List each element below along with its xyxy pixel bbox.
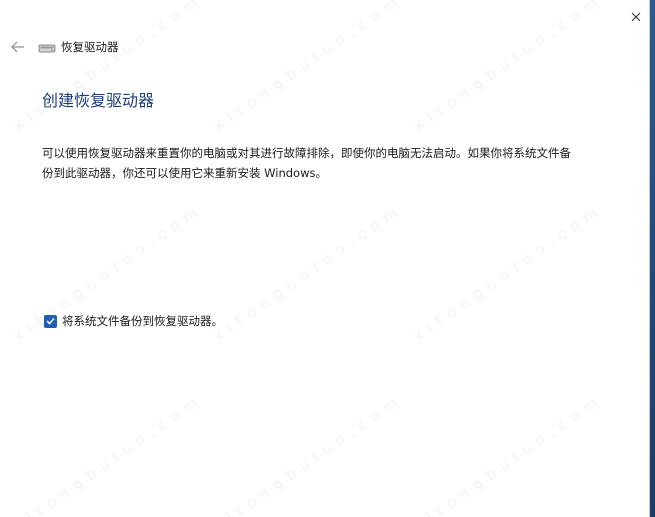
close-icon bbox=[631, 12, 641, 22]
back-arrow-icon bbox=[11, 41, 24, 53]
watermark-layer: x i t o n g b u l u o . c o m x i t o n … bbox=[10, 0, 602, 517]
page-title: 创建恢复驱动器 bbox=[42, 91, 155, 110]
back-button[interactable] bbox=[8, 37, 28, 57]
backup-system-files-checkbox[interactable] bbox=[44, 314, 57, 328]
backup-system-files-option[interactable]: 将系统文件备份到恢复驱动器。 bbox=[44, 313, 223, 329]
close-button[interactable] bbox=[624, 6, 648, 28]
backup-system-files-label: 将系统文件备份到恢复驱动器。 bbox=[62, 314, 223, 328]
description-text: 可以使用恢复驱动器来重置你的电脑或对其进行故障排除，即使你的电脑无法启动。如果你… bbox=[42, 146, 571, 180]
checkmark-icon bbox=[46, 317, 55, 325]
window-title: 恢复驱动器 bbox=[61, 40, 119, 54]
recovery-drive-window: 恢复驱动器 创建恢复驱动器 可以使用恢复驱动器来重置你的电脑或对其进行故障排除，… bbox=[0, 0, 650, 517]
desktop-edge-right bbox=[650, 0, 655, 517]
drive-icon bbox=[38, 44, 56, 53]
